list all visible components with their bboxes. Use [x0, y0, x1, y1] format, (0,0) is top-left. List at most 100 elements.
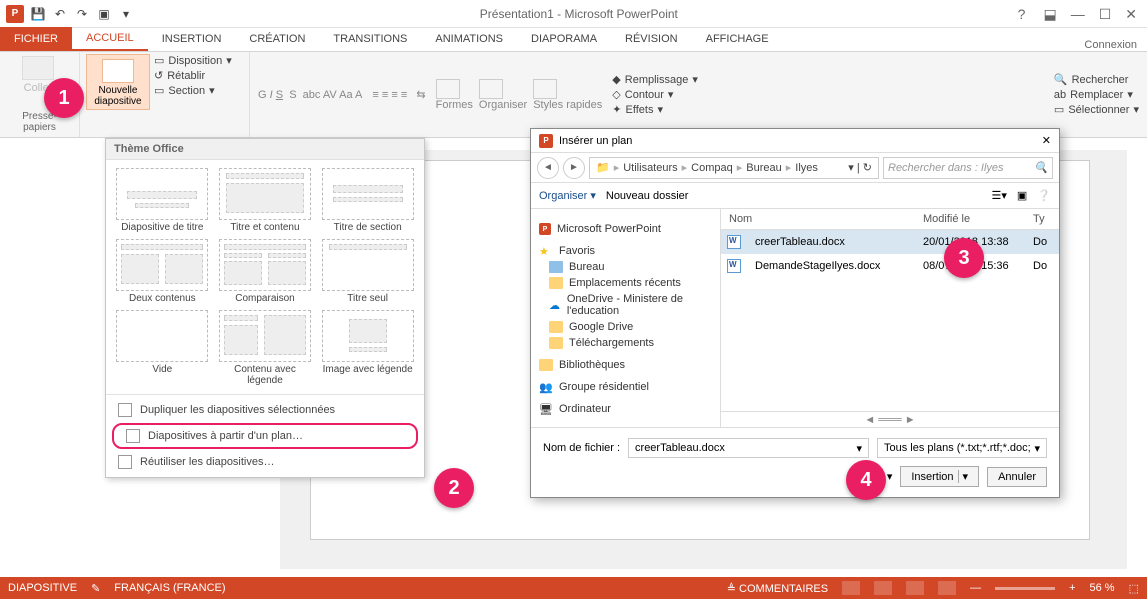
quick-access-toolbar: P 💾 ↶ ↷ ▣ ▾: [0, 5, 140, 23]
new-folder-button[interactable]: Nouveau dossier: [606, 190, 689, 202]
fit-to-window-icon[interactable]: ⬚: [1129, 582, 1139, 595]
redo-icon[interactable]: ↷: [74, 6, 90, 22]
folder-icon: 📁: [596, 161, 610, 174]
status-language[interactable]: FRANÇAIS (FRANCE): [114, 582, 225, 594]
sorter-view-icon[interactable]: [874, 581, 892, 595]
tree-homegroup: 👥Groupe résidentiel: [535, 379, 716, 395]
shape-effects-button[interactable]: ✦ Effets ▾: [612, 103, 698, 116]
arrange-button[interactable]: Organiser: [479, 79, 527, 111]
docx-icon: [727, 259, 741, 273]
search-input[interactable]: Rechercher dans : Ilyes 🔍: [883, 157, 1053, 179]
layout-title-slide[interactable]: Diapositive de titre: [114, 168, 211, 233]
layout-button[interactable]: ▭Disposition▾: [154, 54, 232, 67]
zoom-value[interactable]: 56 %: [1090, 582, 1115, 594]
zoom-out-icon[interactable]: —: [970, 582, 981, 594]
tree-computer: 🖥Ordinateur: [535, 401, 716, 417]
step-badge-2: 2: [434, 468, 474, 508]
file-row[interactable]: DemandeStageIlyes.docx 08/07/2017 15:36 …: [721, 254, 1059, 278]
reading-view-icon[interactable]: [906, 581, 924, 595]
zoom-in-icon[interactable]: +: [1069, 582, 1075, 594]
back-icon[interactable]: ◄: [537, 157, 559, 179]
layout-two-content[interactable]: Deux contenus: [114, 239, 211, 304]
tab-slideshow[interactable]: DIAPORAMA: [517, 27, 611, 51]
status-slide[interactable]: DIAPOSITIVE: [8, 582, 77, 594]
clipboard-icon: [22, 56, 54, 80]
tree-recent: Emplacements récents: [535, 275, 716, 291]
save-icon[interactable]: 💾: [30, 6, 46, 22]
layout-content-caption[interactable]: Contenu avec légende: [217, 310, 314, 386]
select-button[interactable]: ▭ Sélectionner ▾: [1054, 103, 1139, 116]
shape-outline-button[interactable]: ◇ Contour ▾: [612, 88, 698, 101]
sign-in-link[interactable]: Connexion: [1084, 39, 1137, 51]
tab-transitions[interactable]: TRANSITIONS: [319, 27, 421, 51]
new-slide-button[interactable]: Nouvelle diapositive: [86, 54, 150, 110]
col-name[interactable]: Nom: [721, 209, 919, 229]
filename-input[interactable]: creerTableau.docx▾: [628, 438, 869, 458]
replace-button[interactable]: ab Remplacer ▾: [1054, 88, 1139, 101]
file-row[interactable]: creerTableau.docx 20/01/2018 13:38 Do: [721, 230, 1059, 254]
tree-onedrive: ☁OneDrive - Ministere de l'education: [535, 291, 716, 319]
tree-gdrive: Google Drive: [535, 319, 716, 335]
file-type-filter[interactable]: Tous les plans (*.txt;*.rtf;*.doc;▾: [877, 438, 1047, 458]
shapes-button[interactable]: Formes: [436, 79, 473, 111]
minimize-icon[interactable]: —: [1071, 7, 1085, 21]
tab-animations[interactable]: ANIMATIONS: [421, 27, 517, 51]
qat-dropdown-icon[interactable]: ▾: [118, 6, 134, 22]
reuse-slides-item[interactable]: Réutiliser les diapositives…: [106, 451, 424, 473]
tab-review[interactable]: RÉVISION: [611, 27, 692, 51]
duplicate-slides-item[interactable]: Dupliquer les diapositives sélectionnées: [106, 399, 424, 421]
cancel-button[interactable]: Annuler: [987, 467, 1047, 487]
filename-label: Nom de fichier :: [543, 442, 620, 454]
view-options-icon[interactable]: ☰▾: [992, 189, 1007, 202]
close-icon[interactable]: ✕: [1125, 7, 1137, 21]
tab-home[interactable]: ACCUEIL: [72, 27, 148, 51]
maximize-icon[interactable]: ☐: [1099, 7, 1112, 21]
tab-view[interactable]: AFFICHAGE: [692, 27, 783, 51]
layout-blank[interactable]: Vide: [114, 310, 211, 386]
help-icon[interactable]: ?: [1018, 6, 1026, 22]
zoom-slider[interactable]: [995, 587, 1055, 590]
dialog-close-icon[interactable]: ✕: [1042, 134, 1051, 147]
step-badge-4: 4: [846, 460, 886, 500]
layout-title-only[interactable]: Titre seul: [319, 239, 416, 304]
organize-button[interactable]: Organiser ▾: [539, 189, 596, 202]
shape-fill-button[interactable]: ◆ Remplissage ▾: [612, 73, 698, 86]
dialog-nav: ◄ ► 📁 ▸Utilisateurs ▸Compaq ▸Bureau ▸Ily…: [531, 153, 1059, 183]
tab-design[interactable]: CRÉATION: [235, 27, 319, 51]
horizontal-scrollbar[interactable]: ◄ ═══ ►: [721, 411, 1059, 427]
insert-button[interactable]: Insertion▾: [900, 466, 979, 487]
find-button[interactable]: 🔍 Rechercher: [1054, 73, 1139, 86]
breadcrumb[interactable]: 📁 ▸Utilisateurs ▸Compaq ▸Bureau ▸Ilyes ▾…: [589, 157, 879, 179]
title-bar: P 💾 ↶ ↷ ▣ ▾ Présentation1 - Microsoft Po…: [0, 0, 1147, 28]
quick-styles-button[interactable]: Styles rapides: [533, 79, 602, 111]
folder-tree[interactable]: PMicrosoft PowerPoint ★Favoris Bureau Em…: [531, 209, 721, 427]
layout-gallery: Thème Office Diapositive de titre Titre …: [105, 138, 425, 478]
reset-button[interactable]: ↺Rétablir: [154, 69, 232, 82]
tree-desktop: Bureau: [535, 259, 716, 275]
start-slideshow-icon[interactable]: ▣: [96, 6, 112, 22]
normal-view-icon[interactable]: [842, 581, 860, 595]
dialog-app-icon: P: [539, 134, 553, 148]
forward-icon[interactable]: ►: [563, 157, 585, 179]
col-type[interactable]: Ty: [1029, 209, 1059, 229]
powerpoint-logo-icon: P: [6, 5, 24, 23]
layout-picture-caption[interactable]: Image avec légende: [319, 310, 416, 386]
preview-pane-icon[interactable]: ▣: [1017, 189, 1027, 202]
help-dialog-icon[interactable]: ❔: [1037, 189, 1051, 202]
tree-libraries: Bibliothèques: [535, 357, 716, 373]
slideshow-view-icon[interactable]: [938, 581, 956, 595]
comments-button[interactable]: ≜ COMMENTAIRES: [727, 582, 828, 595]
undo-icon[interactable]: ↶: [52, 6, 68, 22]
tree-favorites: ★Favoris: [535, 243, 716, 259]
spellcheck-icon[interactable]: ✎: [91, 582, 100, 595]
layout-section-header[interactable]: Titre de section: [319, 168, 416, 233]
ribbon-options-icon[interactable]: ⬓: [1043, 7, 1056, 21]
tab-file[interactable]: FICHIER: [0, 27, 72, 51]
section-button[interactable]: ▭Section▾: [154, 84, 232, 97]
layout-title-content[interactable]: Titre et contenu: [217, 168, 314, 233]
slides-from-outline-item[interactable]: Diapositives à partir d'un plan…: [112, 423, 418, 449]
tab-insert[interactable]: INSERTION: [148, 27, 236, 51]
col-modified[interactable]: Modifié le: [919, 209, 1029, 229]
layout-comparison[interactable]: Comparaison: [217, 239, 314, 304]
ribbon-font-paragraph: G I S S abc AV Aa A ≡ ≡ ≡ ≡ ⇆ Formes Org…: [250, 52, 1147, 137]
